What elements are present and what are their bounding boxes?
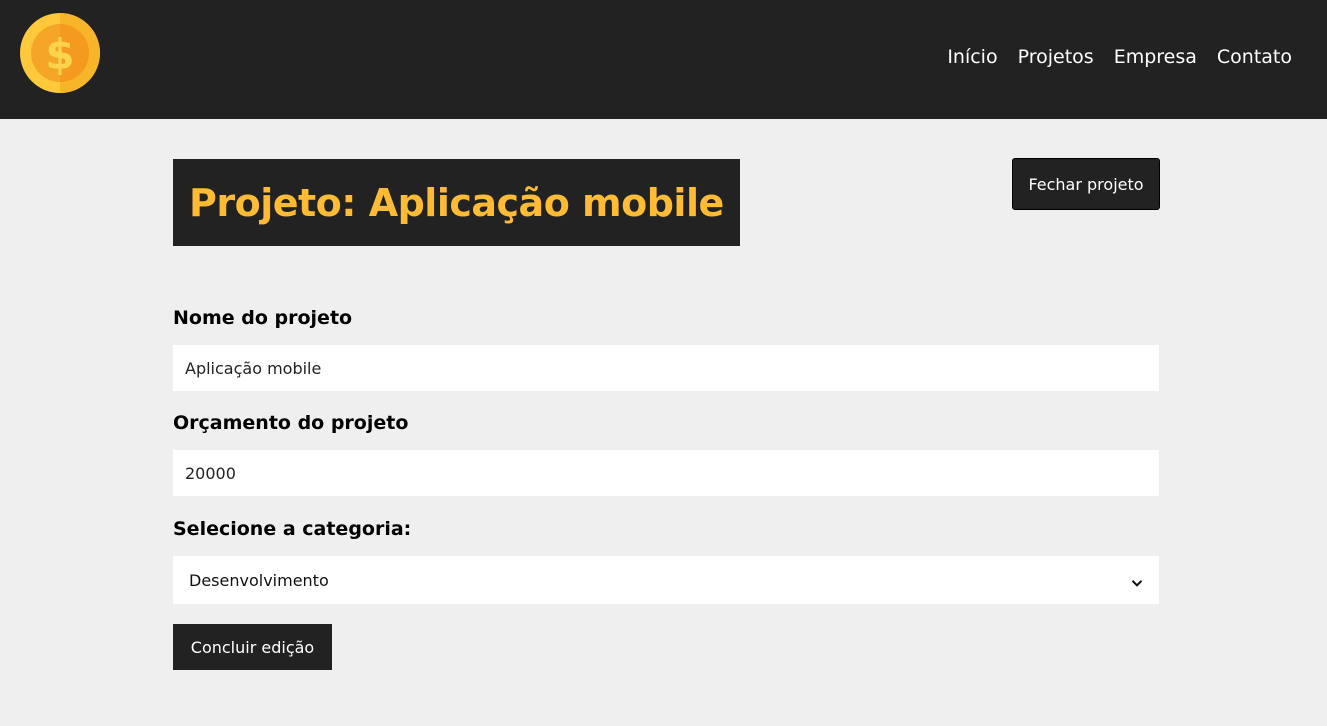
navbar: $ Início Projetos Empresa Contato bbox=[0, 0, 1327, 119]
project-title-box: Projeto: Aplicação mobile bbox=[173, 159, 740, 246]
nav-item: Empresa bbox=[1114, 43, 1197, 71]
category-selected-value: Desenvolvimento bbox=[189, 570, 329, 590]
project-budget-label: Orçamento do projeto bbox=[173, 412, 409, 434]
project-name-label: Nome do projeto bbox=[173, 307, 353, 329]
nav-link-inicio[interactable]: Início bbox=[947, 46, 997, 68]
nav-item: Contato bbox=[1217, 43, 1292, 71]
dollar-coin-icon[interactable]: $ bbox=[20, 13, 100, 93]
nav-link-empresa[interactable]: Empresa bbox=[1114, 46, 1197, 68]
nav-link-projetos[interactable]: Projetos bbox=[1018, 46, 1094, 68]
chevron-down-icon bbox=[1131, 574, 1143, 587]
svg-text:$: $ bbox=[45, 30, 74, 79]
project-title: Projeto: Aplicação mobile bbox=[189, 180, 724, 225]
nav-link-contato[interactable]: Contato bbox=[1217, 46, 1292, 68]
nav-item: Início bbox=[947, 43, 997, 71]
nav-item: Projetos bbox=[1018, 43, 1094, 71]
finish-edit-button[interactable]: Concluir edição bbox=[173, 624, 332, 670]
category-label: Selecione a categoria: bbox=[173, 518, 412, 540]
project-budget-input[interactable] bbox=[173, 450, 1159, 496]
category-select[interactable]: Desenvolvimento bbox=[173, 556, 1159, 604]
project-name-input[interactable] bbox=[173, 345, 1159, 391]
nav-links: Início Projetos Empresa Contato bbox=[947, 43, 1292, 71]
close-project-button[interactable]: Fechar projeto bbox=[1012, 158, 1160, 210]
